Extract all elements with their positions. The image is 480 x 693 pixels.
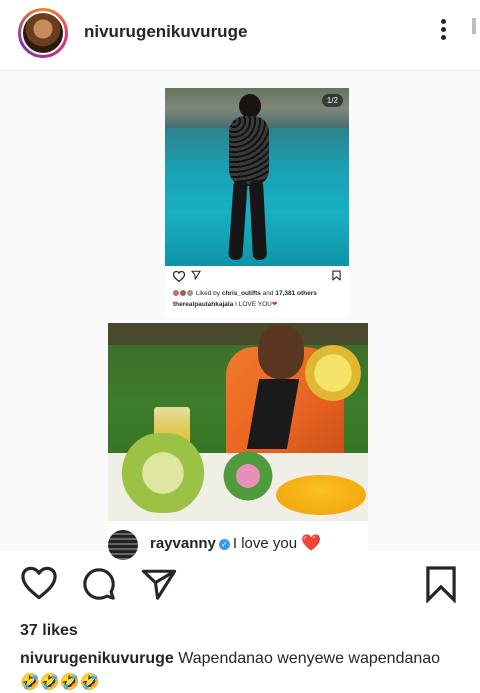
post-image: 1/2 Liked by chris_outifts and 17,381 ot… <box>0 71 480 560</box>
embedded-photo-pool: 1/2 <box>165 88 349 266</box>
post-caption: nivurugenikuvuruge Wapendanao wenyewe wa… <box>20 650 441 667</box>
avatar-photo <box>21 11 65 55</box>
bookmark-icon[interactable] <box>425 565 457 603</box>
bookmark-icon <box>332 270 341 281</box>
embedded-post-footer: Liked by chris_outifts and 17,381 others… <box>165 266 349 318</box>
heart-icon <box>173 271 185 282</box>
comment-line: rayvanny ✓ I love you ❤️ <box>150 535 322 552</box>
liked-by-line: Liked by chris_outifts and 17,381 others <box>173 290 317 297</box>
caption-emojis: 🤣🤣🤣🤣 <box>20 674 100 691</box>
embedded-photo-man <box>108 323 368 521</box>
more-vertical-icon[interactable] <box>434 16 452 46</box>
embedded-comment: rayvanny ✓ I love you ❤️ <box>108 521 368 560</box>
likes-count[interactable]: 37 likes <box>20 622 78 640</box>
send-icon[interactable] <box>140 567 178 601</box>
scrollbar[interactable] <box>472 18 476 34</box>
photo-counter: 1/2 <box>321 94 343 107</box>
embedded-caption: therealpaulahkajala I LOVE YOU❤ <box>173 301 278 308</box>
comment-icon[interactable] <box>82 567 116 601</box>
caption-username[interactable]: nivurugenikuvuruge <box>20 650 174 667</box>
avatar[interactable] <box>18 8 68 58</box>
send-icon <box>191 270 201 280</box>
post-header: nivurugenikuvuruge <box>0 0 480 71</box>
woman-figure <box>219 94 279 262</box>
verified-icon: ✓ <box>218 539 230 550</box>
username[interactable]: nivurugenikuvuruge <box>84 22 247 42</box>
heart-icon[interactable] <box>20 565 58 601</box>
action-bar <box>0 555 480 615</box>
